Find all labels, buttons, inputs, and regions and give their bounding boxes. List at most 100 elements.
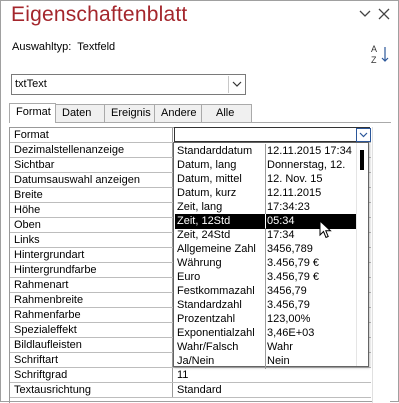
dropdown-option[interactable]: Währung 3.456,79 € bbox=[175, 256, 356, 271]
property-row[interactable]: Textausrichtung Standard bbox=[10, 383, 371, 398]
property-name: Bildlaufleisten bbox=[10, 338, 173, 352]
dropdown-option[interactable]: Wahr/Falsch Wahr bbox=[175, 340, 356, 355]
option-divider bbox=[265, 200, 266, 215]
tab-format[interactable]: Format bbox=[9, 103, 56, 123]
option-divider bbox=[265, 214, 266, 229]
tab-label: Ereignis bbox=[111, 107, 151, 119]
selection-type-value: Textfeld bbox=[77, 41, 116, 53]
dropdown-option[interactable]: Standardzahl 3.456,79 bbox=[175, 298, 356, 313]
option-name: Ja/Nein bbox=[177, 355, 215, 367]
option-name: Standarddatum bbox=[177, 145, 253, 157]
dropdown-option[interactable]: Datum, kurz 12.11.2015 bbox=[175, 186, 356, 201]
property-name: Textausrichtung bbox=[10, 383, 173, 397]
option-divider bbox=[265, 172, 266, 187]
option-divider bbox=[265, 284, 266, 299]
tab-ereignis[interactable]: Ereignis bbox=[104, 104, 155, 123]
property-tabs: Format Daten Ereignis Andere Alle bbox=[9, 103, 391, 123]
property-value[interactable] bbox=[174, 127, 370, 142]
pane-title: Eigenschaftenblatt bbox=[11, 3, 188, 26]
sort-az-icon[interactable]: A Z bbox=[370, 43, 390, 65]
option-name: Wahr/Falsch bbox=[177, 341, 239, 353]
option-divider bbox=[265, 326, 266, 341]
svg-text:A: A bbox=[371, 44, 377, 54]
dropdown-option[interactable]: Euro 3.456,79 € bbox=[175, 270, 356, 285]
option-divider bbox=[265, 298, 266, 313]
dropdown-option[interactable]: Festkommazahl 3456,79 bbox=[175, 284, 356, 299]
property-sheet-pane: Eigenschaftenblatt Auswahltyp: Textfeld … bbox=[0, 0, 399, 403]
tab-divider bbox=[9, 122, 391, 123]
selection-type: Auswahltyp: Textfeld bbox=[12, 41, 115, 53]
option-divider bbox=[265, 312, 266, 327]
option-name: Zeit, 12Std bbox=[177, 215, 231, 227]
option-example: 3456,79 bbox=[267, 285, 307, 297]
mouse-pointer-icon bbox=[319, 219, 333, 243]
property-name: Format bbox=[10, 128, 173, 142]
dropdown-option[interactable]: Zeit, lang 17:34:23 bbox=[175, 200, 356, 215]
option-example: 3.456,79 € bbox=[267, 271, 319, 283]
tab-alle[interactable]: Alle bbox=[201, 104, 252, 123]
option-example: 3.456,79 bbox=[267, 299, 310, 311]
option-divider bbox=[265, 256, 266, 271]
option-name: Zeit, lang bbox=[177, 201, 223, 213]
property-name: Rahmenfarbe bbox=[10, 308, 173, 322]
property-value[interactable]: 11 bbox=[174, 368, 370, 382]
option-example: 3,46E+03 bbox=[267, 327, 315, 339]
tab-andere[interactable]: Andere bbox=[154, 104, 202, 123]
property-name: Schriftgrad bbox=[10, 368, 173, 382]
property-name: Breite bbox=[10, 188, 173, 202]
option-example: 3456,789 bbox=[267, 243, 313, 255]
dropdown-option[interactable]: Standarddatum 12.11.2015 17:34 bbox=[175, 144, 356, 159]
option-name: Währung bbox=[177, 257, 222, 269]
option-name: Allgemeine Zahl bbox=[177, 243, 256, 255]
property-name: Hintergrundfarbe bbox=[10, 263, 173, 277]
property-name: Datumsauswahl anzeigen bbox=[10, 173, 173, 187]
option-example: 05:34 bbox=[267, 215, 295, 227]
property-row[interactable]: Format bbox=[10, 127, 371, 143]
option-divider bbox=[265, 270, 266, 285]
property-name: Hintergrundart bbox=[10, 248, 173, 262]
option-example: 123,00% bbox=[267, 313, 311, 325]
pane-options-chevron-icon[interactable] bbox=[358, 7, 372, 21]
property-value[interactable]: Standard bbox=[174, 383, 370, 397]
format-dropdown-list[interactable]: Standarddatum 12.11.2015 17:34 Datum, lang… bbox=[173, 142, 369, 369]
option-example: Donnerstag, 12. bbox=[267, 159, 346, 171]
option-example: Wahr bbox=[267, 341, 293, 353]
dropdown-scrollbar[interactable] bbox=[356, 143, 368, 366]
option-name: Datum, kurz bbox=[177, 187, 237, 199]
tab-label: Andere bbox=[161, 107, 197, 119]
chevron-down-icon[interactable] bbox=[356, 128, 371, 142]
option-name: Datum, lang bbox=[177, 159, 237, 171]
svg-text:Z: Z bbox=[371, 55, 377, 65]
option-divider bbox=[265, 186, 266, 201]
option-example: 17:34 bbox=[267, 229, 295, 241]
property-name: Schriftart bbox=[10, 353, 173, 367]
object-selector-combo[interactable]: txtText bbox=[11, 74, 246, 95]
tab-label: Alle bbox=[216, 107, 235, 119]
option-name: Euro bbox=[177, 271, 201, 283]
property-row[interactable]: Schriftgrad 11 bbox=[10, 368, 371, 383]
close-icon[interactable] bbox=[377, 7, 391, 21]
option-example: 12.11.2015 17:34 bbox=[267, 145, 352, 157]
property-name: Rahmenbreite bbox=[10, 293, 173, 307]
option-divider bbox=[265, 228, 266, 243]
dropdown-option[interactable]: Allgemeine Zahl 3456,789 bbox=[175, 242, 356, 257]
object-selector-value: txtText bbox=[15, 78, 47, 90]
property-name: Sichtbar bbox=[10, 158, 173, 172]
dropdown-option[interactable]: Datum, mittel 12. Nov. 15 bbox=[175, 172, 356, 187]
property-name: Oben bbox=[10, 218, 173, 232]
dropdown-option[interactable]: Ja/Nein Nein bbox=[175, 354, 356, 369]
property-grid-scrollbar[interactable] bbox=[372, 127, 390, 403]
property-name: Spezialeffekt bbox=[10, 323, 173, 337]
property-name: Rahmenart bbox=[10, 278, 173, 292]
dropdown-option[interactable]: Prozentzahl 123,00% bbox=[175, 312, 356, 327]
chevron-down-icon[interactable] bbox=[228, 76, 244, 93]
option-name: Prozentzahl bbox=[177, 313, 236, 325]
tab-daten[interactable]: Daten bbox=[55, 104, 105, 123]
dropdown-option[interactable]: Datum, lang Donnerstag, 12. bbox=[175, 158, 356, 173]
option-divider bbox=[265, 242, 266, 257]
option-example: 17:34:23 bbox=[267, 201, 310, 213]
option-example: 12.11.2015 bbox=[267, 187, 322, 199]
dropdown-scroll-thumb[interactable] bbox=[360, 150, 364, 170]
property-name: Höhe bbox=[10, 203, 173, 217]
dropdown-option[interactable]: Exponentialzahl 3,46E+03 bbox=[175, 326, 356, 341]
